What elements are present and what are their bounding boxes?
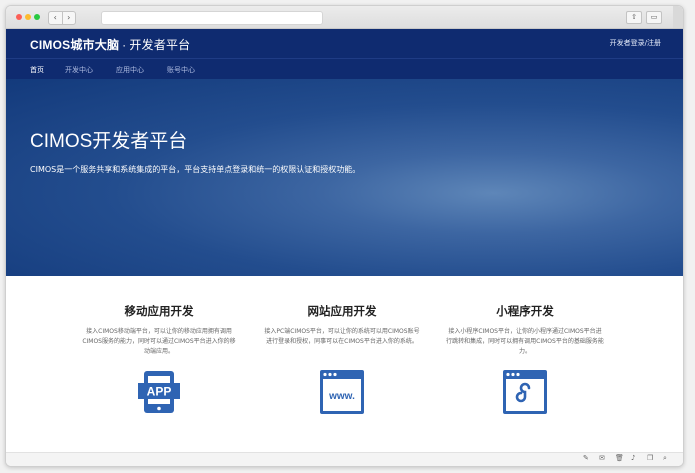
- browser-window: ‹ › ⇧ ▭ CIMOS城市大脑 · 开发者平台 开发者登录/注册 首页 开发中心…: [5, 5, 684, 467]
- hero-title: CIMOS开发者平台: [30, 131, 188, 152]
- feature-description: 接入CIMOS移动端平台，可以让你的移动应用拥有调用CIMOS服务的能力，同时可…: [82, 328, 236, 355]
- logo-brand: CIMOS: [30, 38, 71, 52]
- minimize-window-button[interactable]: [25, 14, 31, 20]
- feature-title: 网站应用开发: [307, 304, 377, 318]
- copy-icon[interactable]: ❐: [647, 454, 653, 462]
- tabs-icon[interactable]: ▭: [646, 11, 662, 24]
- browser-titlebar: ‹ › ⇧ ▭: [6, 6, 683, 29]
- close-window-button[interactable]: [16, 14, 22, 20]
- address-bar[interactable]: [101, 11, 323, 25]
- edit-icon[interactable]: ✎: [583, 454, 589, 462]
- app-icon-text: APP: [147, 385, 172, 399]
- feature-section: 移动应用开发 接入CIMOS移动端平台，可以让你的移动应用拥有调用CIMOS服务…: [6, 276, 683, 452]
- nav-item-app-center[interactable]: 应用中心: [116, 65, 144, 75]
- window-scroll-handle[interactable]: [673, 6, 683, 28]
- notes-icon[interactable]: ✉: [599, 454, 605, 462]
- back-arrow-icon[interactable]: ‹: [49, 12, 63, 24]
- feature-card-mini-program[interactable]: 小程序开发 接入小程序CIMOS平台，让你的小程序通过CIMOS平台进行跳转和集…: [425, 303, 625, 414]
- trash-icon[interactable]: 🗑: [615, 454, 624, 462]
- feature-title: 小程序开发: [496, 304, 554, 318]
- share-icon[interactable]: ⇧: [626, 11, 642, 24]
- app-icon: APP: [138, 371, 180, 413]
- maximize-window-button[interactable]: [34, 14, 40, 20]
- mini-program-icon: [503, 370, 547, 414]
- logo-separator: ·: [122, 38, 127, 52]
- login-register-link[interactable]: 开发者登录/注册: [610, 38, 661, 48]
- site-logo[interactable]: CIMOS城市大脑 · 开发者平台: [30, 36, 190, 53]
- browser-statusbar: ✎ ✉ 🗑 ♪ ❐ ⌕: [6, 452, 683, 466]
- feature-title: 移动应用开发: [124, 304, 194, 318]
- nav-item-dev-center[interactable]: 开发中心: [65, 65, 93, 75]
- nav-item-account-center[interactable]: 账号中心: [167, 65, 195, 75]
- volume-icon[interactable]: ♪: [631, 454, 635, 462]
- logo-subtitle: 开发者平台: [129, 38, 191, 52]
- feature-card-website[interactable]: 网站应用开发 接入PC端CIMOS平台，可以让你的系统可以用CIMOS账号进行登…: [242, 303, 442, 414]
- feature-description: 接入PC端CIMOS平台，可以让你的系统可以用CIMOS账号进行登录和授权，同事…: [264, 328, 420, 345]
- www-icon-text: www.: [328, 391, 355, 402]
- feature-card-mobile[interactable]: 移动应用开发 接入CIMOS移动端平台，可以让你的移动应用拥有调用CIMOS服务…: [59, 303, 259, 413]
- hero-banner: CIMOS开发者平台 CIMOS是一个服务共享和系统集成的平台，平台支持单点登录…: [6, 79, 683, 276]
- nav-item-home[interactable]: 首页: [30, 65, 44, 75]
- history-nav: ‹ ›: [48, 11, 76, 25]
- forward-arrow-icon[interactable]: ›: [63, 12, 76, 24]
- logo-cn: 城市大脑: [70, 38, 120, 52]
- site-header: CIMOS城市大脑 · 开发者平台 开发者登录/注册: [6, 29, 683, 58]
- main-nav: 首页 开发中心 应用中心 账号中心: [6, 58, 683, 80]
- www-icon: www.: [320, 370, 364, 414]
- search-icon[interactable]: ⌕: [663, 454, 667, 463]
- page-viewport: CIMOS城市大脑 · 开发者平台 开发者登录/注册 首页 开发中心 应用中心 账号…: [6, 29, 683, 452]
- feature-description: 接入小程序CIMOS平台，让你的小程序通过CIMOS平台进行跳转和集成，同时可以…: [446, 328, 604, 355]
- hero-description: CIMOS是一个服务共享和系统集成的平台，平台支持单点登录和统一的权限认证和授权…: [30, 165, 361, 174]
